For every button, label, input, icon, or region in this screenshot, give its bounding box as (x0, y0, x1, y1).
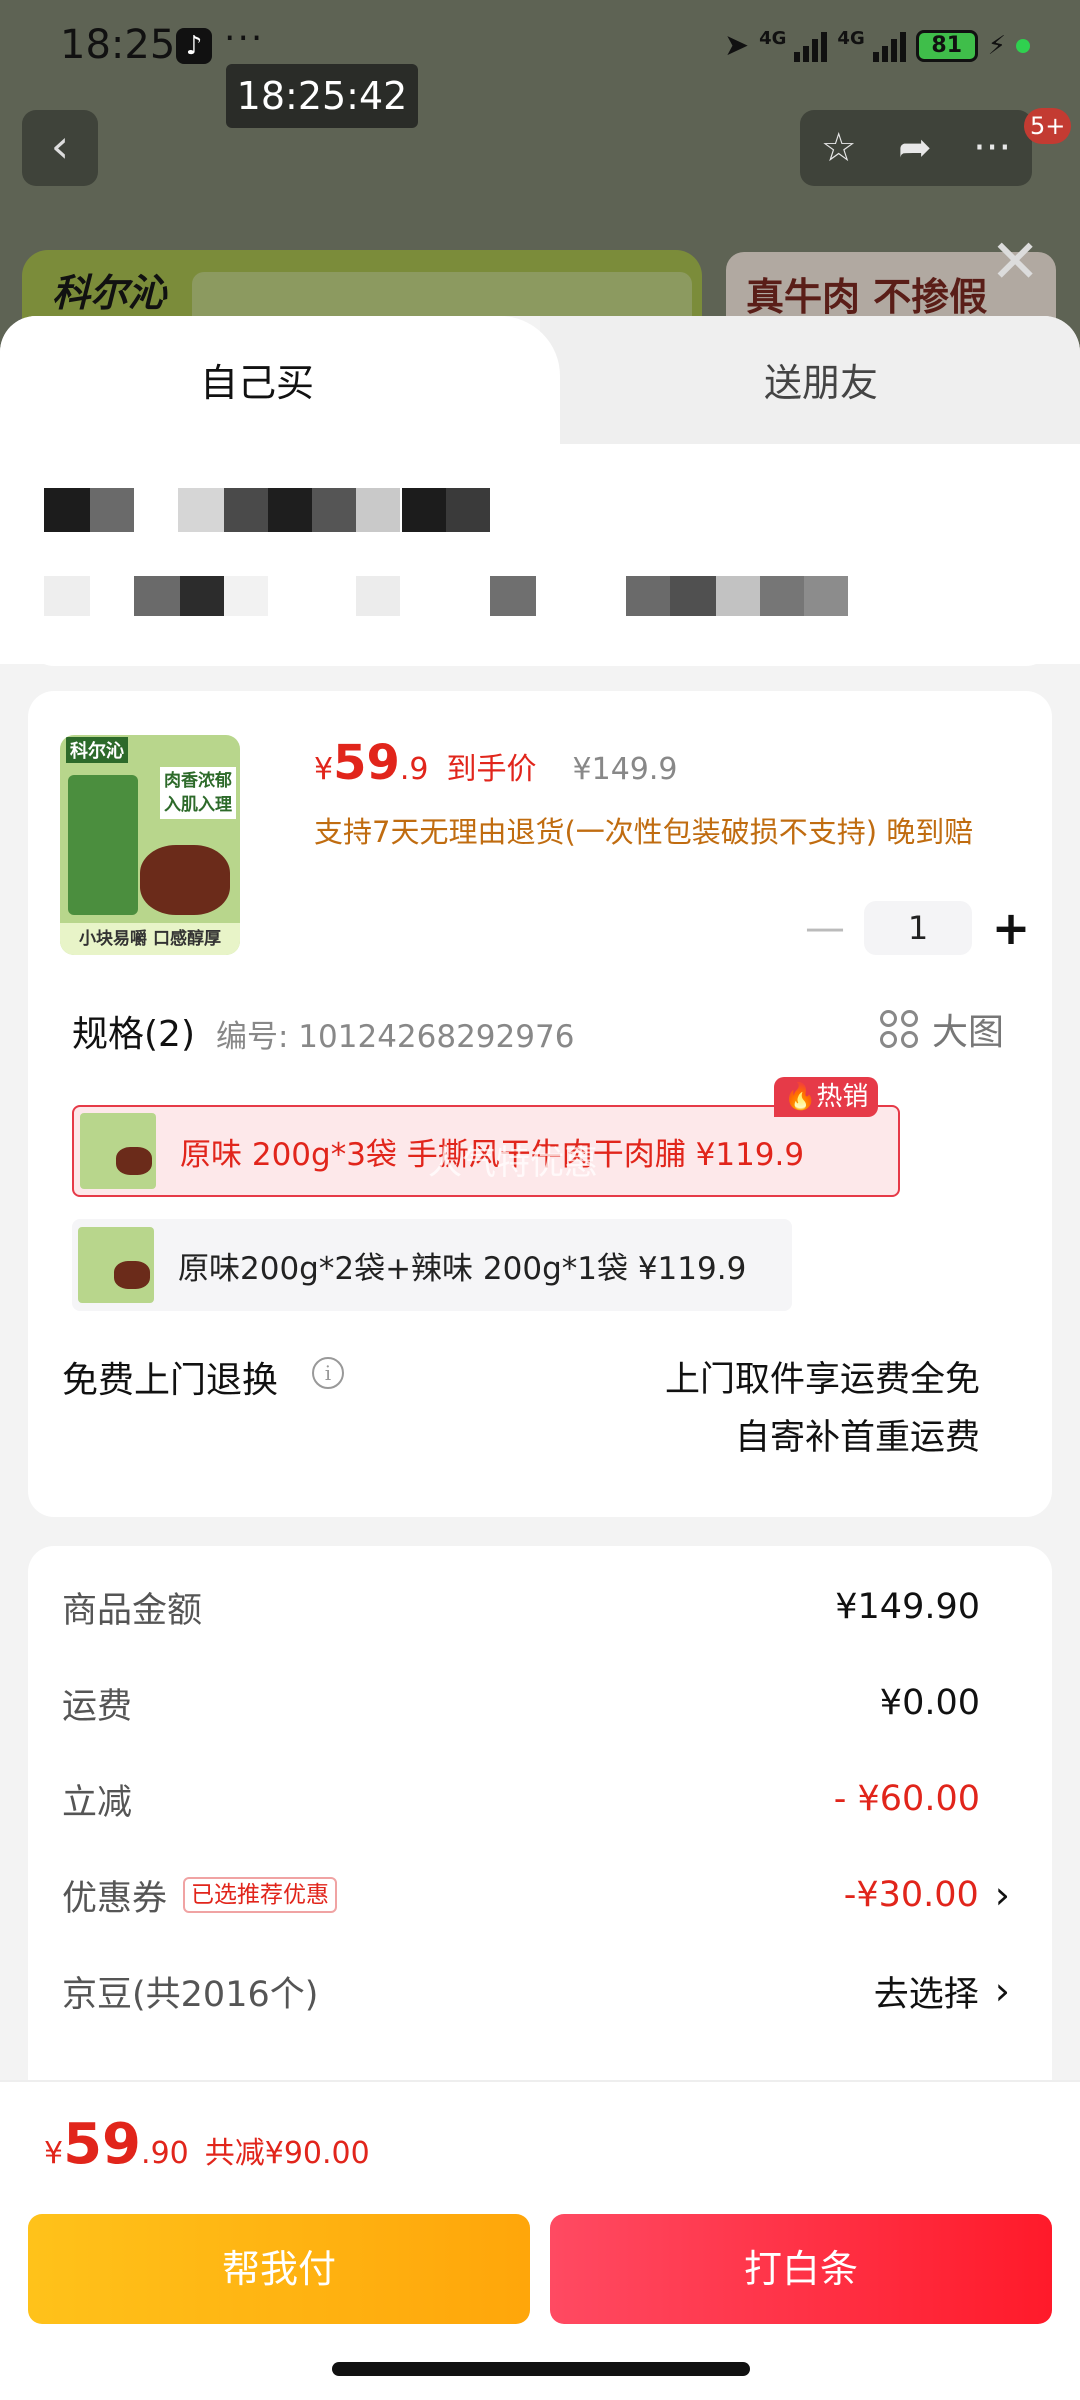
total-saved: 共减¥90.00 (204, 2136, 370, 2171)
price-integer: 59 (333, 735, 400, 791)
share-icon[interactable]: ➦ (898, 125, 932, 171)
spec-title: 规格(2) (72, 1014, 195, 1055)
option-thumbnail (80, 1113, 156, 1189)
chevron-right-icon: › (994, 1969, 1010, 2013)
price-summary-card: 商品金额 ¥149.90 运费 ¥0.00 立减 - ¥60.00 优惠券 已选… (28, 1546, 1052, 2166)
back-button[interactable]: ‹ (22, 110, 98, 186)
product-card: 科尔沁 肉香浓郁 入肌入理 小块易嚼 口感醇厚 ¥ 59 .9 到手价 ¥149… (28, 691, 1052, 1517)
product-thumbnail[interactable]: 科尔沁 肉香浓郁 入肌入理 小块易嚼 口感醇厚 (60, 735, 240, 955)
network-label-1: 4G (759, 28, 787, 49)
summary-value: ¥0.00 (879, 1683, 980, 1723)
location-icon: ➤ (723, 28, 750, 63)
qty-minus-button[interactable]: — (800, 905, 850, 951)
return-policy-note: 支持7天无理由退货(一次性包装破损不支持) 晚到赔 (314, 815, 974, 849)
footer-price: ¥ 59 .90 共减¥90.00 (44, 2112, 370, 2177)
home-indicator[interactable] (332, 2362, 750, 2376)
qty-input[interactable]: 1 (864, 901, 972, 955)
tab-self[interactable]: 自己买 (0, 316, 560, 444)
network-label-2: 4G (837, 28, 865, 49)
big-picture-label: 大图 (932, 1012, 1005, 1053)
star-icon[interactable]: ☆ (821, 125, 857, 171)
summary-row-coupon[interactable]: 优惠券 已选推荐优惠 -¥30.00 › (62, 1870, 1010, 1921)
summary-label: 优惠券 已选推荐优惠 (62, 1870, 338, 1921)
free-return-label: 免费上门退换 (62, 1360, 279, 1401)
tab-friend-label: 送朋友 (764, 361, 879, 405)
spec-option[interactable]: 原味200g*2袋+辣味 200g*1袋 ¥119.9 (72, 1219, 792, 1311)
close-icon[interactable]: ✕ (990, 232, 1040, 292)
thumb-logo: 科尔沁 (66, 737, 128, 763)
signal-icon (794, 30, 828, 62)
top-actions: ☆ ➦ ··· (800, 110, 1032, 186)
promo-watermark: 人气特优惠 (428, 1143, 598, 1183)
tiktok-icon: ♪ (176, 28, 212, 64)
bg-brand-logo: 科尔沁 (52, 271, 167, 315)
message-badge: 5+ (1024, 108, 1072, 144)
original-price: ¥149.9 (572, 752, 678, 787)
summary-row-shipping: 运费 ¥0.00 (62, 1678, 980, 1728)
purchase-sheet: 送朋友 自己买 科尔沁 肉香浓郁 入肌入理 小块易嚼 口感醇厚 ¥ 59 .9 … (0, 316, 1080, 2400)
qty-plus-button[interactable]: + (986, 901, 1036, 955)
summary-value: 去选择 › (873, 1969, 1010, 2015)
summary-row-jingdou[interactable]: 京豆(共2016个) 去选择 › (62, 1966, 1010, 2016)
notification-dots: ··· (224, 18, 265, 59)
info-icon[interactable]: i (312, 1357, 344, 1389)
help-me-pay-button[interactable]: 帮我付 (28, 2214, 530, 2324)
option-thumbnail (78, 1227, 154, 1303)
tab-self-label: 自己买 (200, 361, 315, 405)
quantity-stepper: — 1 + (800, 901, 1036, 955)
status-icons: ➤ 4G 4G 81 ⚡ (724, 28, 1030, 63)
summary-label: 运费 (62, 1686, 133, 1727)
baitiao-pay-button[interactable]: 打白条 (550, 2214, 1052, 2324)
purchase-tabs: 送朋友 自己买 (0, 316, 1080, 444)
thumb-copy: 肉香浓郁 入肌入理 (160, 767, 236, 819)
address-card-bottom (28, 616, 1052, 666)
more-icon[interactable]: ··· (973, 125, 1011, 171)
status-time: 18:25 (60, 22, 176, 68)
free-return-detail-1: 上门取件享运费全免 (664, 1360, 980, 1400)
price-row: ¥ 59 .9 到手价 ¥149.9 (314, 735, 678, 791)
summary-label: 京豆(共2016个) (62, 1974, 319, 2015)
thumb-strip: 小块易嚼 口感醇厚 (60, 923, 240, 955)
bg-promo-text: 真牛肉 不掺假 (746, 275, 988, 319)
big-picture-button[interactable]: 大图 (880, 1003, 1004, 1055)
signal-icon-2 (872, 30, 906, 62)
price-label: 到手价 (446, 752, 537, 787)
checkout-footer: ¥ 59 .90 共减¥90.00 帮我付 打白条 (0, 2080, 1080, 2400)
privacy-dot-icon (1016, 38, 1030, 53)
option-label: 原味200g*2袋+辣味 200g*1袋 ¥119.9 (178, 1250, 747, 1287)
chevron-right-icon: › (994, 1873, 1010, 1917)
fire-icon: 🔥 (784, 1082, 817, 1112)
summary-label: 商品金额 (62, 1590, 203, 1631)
charging-icon: ⚡ (987, 30, 1006, 61)
grid-icon (880, 1010, 918, 1048)
summary-value: ¥149.90 (835, 1587, 980, 1627)
summary-row-discount: 立减 - ¥60.00 (62, 1774, 980, 1824)
summary-row-goods: 商品金额 ¥149.90 (62, 1582, 980, 1632)
time-overlay: 18:25:42 (226, 64, 418, 128)
summary-label: 立减 (62, 1782, 133, 1823)
spec-code: 编号: 10124268292976 (216, 1019, 575, 1055)
recommended-tag: 已选推荐优惠 (183, 1877, 338, 1913)
price-decimal: .9 (399, 752, 429, 787)
hot-badge: 🔥热销 (774, 1077, 879, 1117)
price-symbol: ¥ (314, 752, 334, 787)
summary-value: -¥30.00 › (843, 1873, 1010, 1917)
status-bar: 18:25 ♪ ··· ➤ 4G 4G 81 ⚡ (0, 0, 1080, 100)
free-return-detail-2: 自寄补首重运费 (734, 1418, 980, 1458)
footer-price-integer: 59 (63, 2112, 142, 2177)
battery-icon: 81 (915, 29, 978, 62)
summary-value: - ¥60.00 (833, 1779, 980, 1819)
tab-friend[interactable]: 送朋友 (540, 316, 1080, 444)
